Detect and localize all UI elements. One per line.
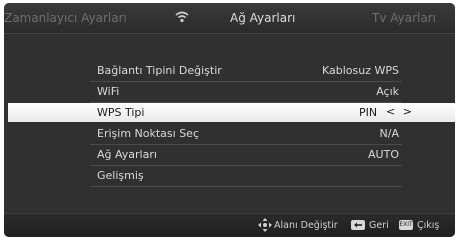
menu-row-label: Erişim Noktası Seç bbox=[97, 127, 199, 140]
menu-row-label: WPS Tipi bbox=[97, 106, 145, 119]
menu-row-network-settings[interactable]: Ağ Ayarları AUTO bbox=[90, 145, 402, 166]
menu-row-connection-type[interactable]: Bağlantı Tipini Değiştir Kablosuz WPS bbox=[90, 61, 402, 82]
tab-network-settings[interactable]: Ağ Ayarları bbox=[230, 10, 295, 26]
menu-row-value: AUTO bbox=[368, 148, 399, 161]
footer-hint-bar: Alanı Değiştir Geri EXIT Çıkış bbox=[4, 213, 455, 237]
dpad-icon bbox=[258, 218, 272, 232]
value-selector-arrows[interactable]: < > bbox=[386, 105, 414, 119]
menu-row-label: Gelişmiş bbox=[97, 169, 144, 182]
menu-row-label: WiFi bbox=[97, 85, 120, 98]
menu-row-value: PIN bbox=[359, 106, 378, 119]
menu-row-value: Kablosuz WPS bbox=[322, 64, 399, 77]
menu-row-wps-type[interactable]: WPS Tipi PIN < > bbox=[8, 103, 455, 122]
settings-screen: Zamanlayıcı Ayarları Ağ Ayarları Tv Ayar… bbox=[4, 3, 455, 237]
menu-row-value: Açık bbox=[376, 85, 399, 98]
back-key-icon bbox=[351, 220, 365, 230]
tab-timer-settings[interactable]: Zamanlayıcı Ayarları bbox=[4, 10, 127, 26]
hint-exit: Çıkış bbox=[417, 220, 440, 231]
menu-row-advanced[interactable]: Gelişmiş bbox=[90, 166, 402, 187]
menu-row-label: Bağlantı Tipini Değiştir bbox=[97, 64, 222, 77]
hint-change-area: Alanı Değiştir bbox=[274, 220, 338, 231]
wifi-icon bbox=[175, 11, 189, 23]
menu-row-access-point[interactable]: Erişim Noktası Seç N/A bbox=[90, 124, 402, 145]
menu-row-wifi[interactable]: WiFi Açık bbox=[90, 82, 402, 103]
exit-key-icon: EXIT bbox=[399, 220, 413, 230]
menu-row-value: N/A bbox=[379, 127, 399, 140]
tab-tv-settings[interactable]: Tv Ayarları bbox=[372, 10, 436, 26]
hint-back: Geri bbox=[369, 220, 389, 231]
menu-row-label: Ağ Ayarları bbox=[97, 148, 157, 161]
tab-bar: Zamanlayıcı Ayarları Ağ Ayarları Tv Ayar… bbox=[4, 3, 455, 34]
